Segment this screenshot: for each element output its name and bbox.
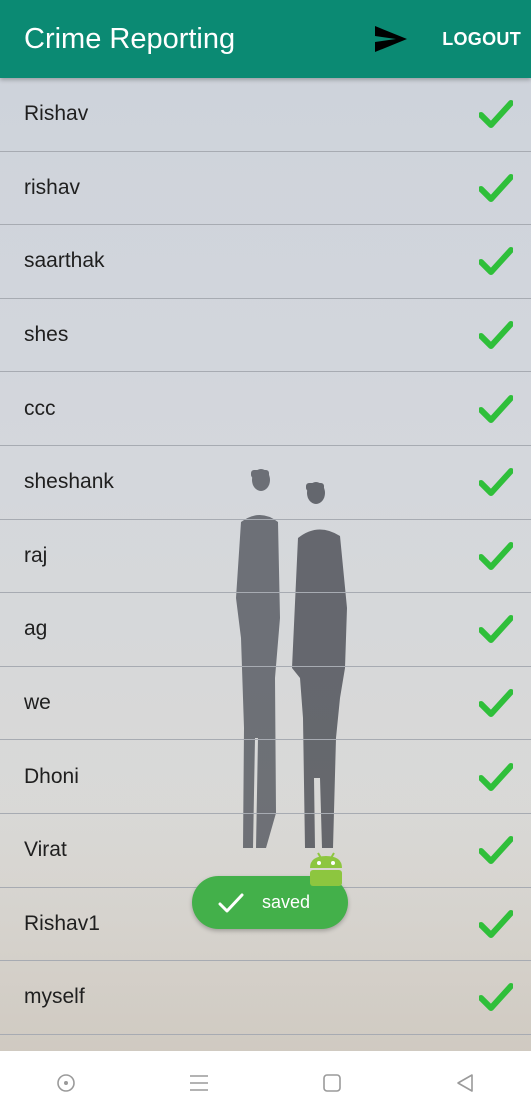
menu-icon[interactable]	[179, 1063, 219, 1103]
toast-text: saved	[262, 892, 311, 912]
check-icon	[479, 614, 513, 644]
back-triangle-icon[interactable]	[445, 1063, 485, 1103]
list-item[interactable]: ag	[0, 593, 531, 667]
list-item-name: sheshank	[24, 470, 114, 494]
check-icon	[479, 762, 513, 792]
list-item[interactable]: Rishav	[0, 78, 531, 152]
list-item[interactable]: myself	[0, 961, 531, 1035]
list-item[interactable]: shes	[0, 299, 531, 373]
check-icon	[479, 394, 513, 424]
circle-icon[interactable]	[46, 1063, 86, 1103]
check-icon	[479, 173, 513, 203]
list-item-name: raj	[24, 543, 48, 567]
logout-button[interactable]: LOGOUT	[442, 29, 521, 50]
check-icon	[218, 890, 244, 916]
send-icon[interactable]	[374, 22, 408, 56]
check-icon	[479, 909, 513, 939]
app-title: Crime Reporting	[24, 22, 236, 55]
check-icon	[479, 688, 513, 718]
list-item[interactable]: Dhoni	[0, 740, 531, 814]
list-item[interactable]: saarthak	[0, 225, 531, 299]
check-icon	[479, 99, 513, 129]
list-item[interactable]: raj	[0, 520, 531, 594]
home-square-icon[interactable]	[312, 1063, 352, 1103]
list-item[interactable]: we	[0, 667, 531, 741]
check-icon	[479, 982, 513, 1012]
app-bar: Crime Reporting LOGOUT	[0, 0, 531, 78]
list-item[interactable]: ccc	[0, 372, 531, 446]
list-item[interactable]: sheshank	[0, 446, 531, 520]
list-item-name: Dhoni	[24, 764, 79, 788]
check-icon	[479, 467, 513, 497]
system-nav-bar	[0, 1051, 531, 1115]
list-item-name: ccc	[24, 396, 56, 420]
list-item-name: Rishav	[24, 102, 89, 126]
list-item-name: rishav	[24, 175, 81, 199]
check-icon	[479, 246, 513, 276]
list-item-name: ag	[24, 617, 48, 641]
list-item-name: myself	[24, 985, 85, 1009]
list-item[interactable]: rishav	[0, 152, 531, 226]
list-item-name: Rishav1	[24, 911, 100, 935]
list-item-name: Virat	[24, 838, 67, 862]
list-item-name: shes	[24, 323, 69, 347]
list-item-name: saarthak	[24, 249, 105, 273]
android-icon	[307, 850, 345, 886]
list-item-name: we	[24, 691, 51, 715]
check-icon	[479, 320, 513, 350]
check-icon	[479, 835, 513, 865]
check-icon	[479, 541, 513, 571]
